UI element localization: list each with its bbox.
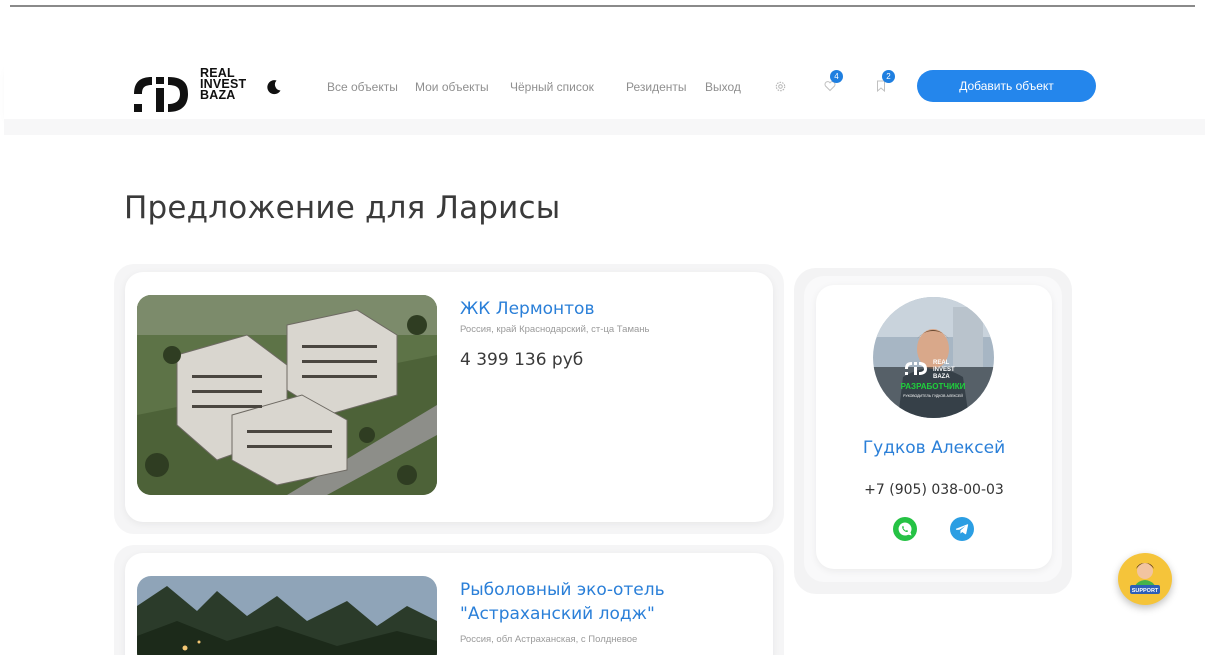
nav-all-objects[interactable]: Все объекты [327, 80, 398, 94]
object-photo[interactable] [137, 295, 437, 495]
support-icon: SUPPORT [1130, 563, 1160, 594]
nav-logout[interactable]: Выход [705, 80, 741, 94]
object-address: Россия, край Краснодарский, ст-ца Тамань [460, 324, 650, 335]
favorites-button[interactable]: 4 [824, 70, 844, 94]
gear-icon[interactable] [774, 80, 787, 93]
moon-icon[interactable] [266, 79, 282, 95]
agent-phone: +7 (905) 038-00-03 [864, 482, 1004, 498]
avatar-caption: РАЗРАБОТЧИКИ [901, 382, 966, 391]
top-divider [10, 5, 1195, 7]
logo-wordmark: REAL INVEST BAZA [200, 67, 246, 102]
object-photo[interactable] [137, 576, 437, 655]
nav-my-objects[interactable]: Мои объекты [415, 80, 489, 94]
agent-name-link[interactable]: Гудков Алексей [816, 438, 1052, 458]
agent-photo-image: РАЗРАБОТЧИКИ РУКОВОДИТЕЛЬ ГУДКОВ АЛЕКСЕЙ… [873, 297, 994, 418]
nav-residents[interactable]: Резиденты [626, 80, 687, 94]
favorites-count-badge: 4 [830, 70, 843, 83]
bookmarks-count-badge: 2 [882, 70, 895, 83]
page-title: Предложение для Ларисы [124, 190, 561, 226]
support-chat-button[interactable]: SUPPORT [1118, 553, 1172, 605]
telegram-icon[interactable] [950, 517, 974, 541]
whatsapp-icon[interactable] [893, 517, 917, 541]
avatar-logo-line-2: INVEST [933, 367, 955, 373]
add-object-button[interactable]: Добавить объект [917, 70, 1096, 102]
avatar-subcaption: РУКОВОДИТЕЛЬ ГУДКОВ АЛЕКСЕЙ [903, 394, 963, 398]
logo-line-3: BAZA [200, 88, 236, 102]
nav-blacklist[interactable]: Чёрный список [510, 80, 594, 94]
avatar-logo-line-3: BAZA [933, 374, 950, 380]
logo-mark-icon [134, 77, 188, 112]
avatar-logo-line-1: REAL [933, 360, 950, 366]
object-price: 4 399 136 руб [460, 350, 584, 370]
site-logo[interactable]: REAL INVEST BAZA [128, 67, 263, 118]
header-shadow-band [4, 119, 1205, 135]
object-address: Россия, обл Астраханская, с Полдневое [460, 634, 638, 645]
hotel-photo-image [137, 576, 437, 655]
support-label: SUPPORT [1132, 588, 1159, 594]
object-title-link[interactable]: ЖК Лермонтов [460, 297, 594, 321]
object-title-link[interactable]: Рыболовный эко-отель "Астраханский лодж" [460, 578, 760, 626]
bookmarks-button[interactable]: 2 [876, 70, 896, 94]
building-photo-image [137, 295, 437, 495]
agent-avatar[interactable]: РАЗРАБОТЧИКИ РУКОВОДИТЕЛЬ ГУДКОВ АЛЕКСЕЙ… [873, 297, 994, 418]
